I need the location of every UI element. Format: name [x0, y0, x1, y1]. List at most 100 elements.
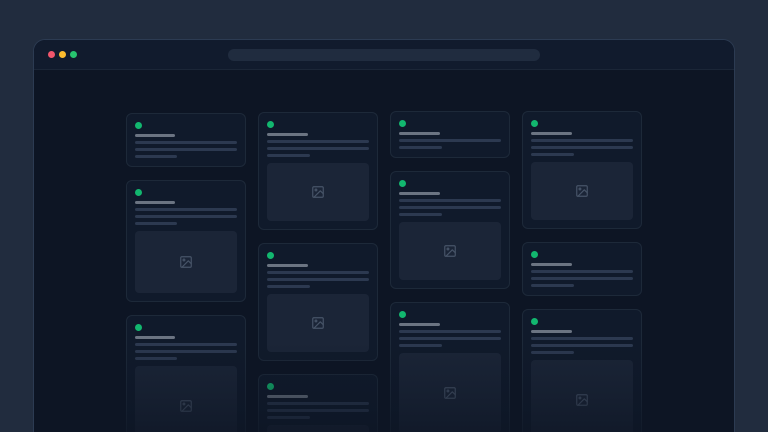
- skeleton-text-line: [267, 285, 310, 288]
- image-placeholder: [267, 294, 369, 352]
- zoom-button[interactable]: [70, 51, 77, 58]
- image-placeholder: [267, 425, 369, 432]
- status-dot: [267, 252, 274, 259]
- image-icon: [575, 393, 589, 407]
- post-card-skeleton[interactable]: [390, 302, 510, 432]
- post-card-skeleton[interactable]: [126, 113, 246, 167]
- status-dot: [399, 311, 406, 318]
- browser-window: [33, 39, 735, 432]
- skeleton-title-line: [399, 192, 440, 195]
- post-card-skeleton[interactable]: [390, 111, 510, 158]
- skeleton-text-line: [267, 140, 369, 143]
- image-icon: [311, 316, 325, 330]
- url-bar[interactable]: [228, 49, 540, 61]
- status-dot: [531, 251, 538, 258]
- skeleton-text-line: [399, 344, 442, 347]
- skeleton-title-line: [399, 323, 440, 326]
- image-placeholder: [135, 231, 237, 293]
- image-icon: [311, 185, 325, 199]
- status-dot: [135, 324, 142, 331]
- skeleton-title-line: [399, 132, 440, 135]
- skeleton-text-line: [135, 141, 237, 144]
- skeleton-text-line: [267, 271, 369, 274]
- image-placeholder: [399, 353, 501, 432]
- post-card-skeleton[interactable]: [126, 180, 246, 302]
- skeleton-title-line: [135, 201, 176, 204]
- post-card-skeleton[interactable]: [258, 374, 378, 432]
- skeleton-text-line: [399, 199, 501, 202]
- status-dot: [267, 383, 274, 390]
- status-dot: [531, 318, 538, 325]
- feed-content: [34, 111, 734, 432]
- skeleton-text-line: [135, 350, 237, 353]
- skeleton-text-line: [135, 208, 237, 211]
- image-icon: [179, 255, 193, 269]
- skeleton-text-line: [267, 402, 369, 405]
- skeleton-title-line: [267, 264, 308, 267]
- image-placeholder: [531, 162, 633, 220]
- skeleton-text-line: [399, 213, 442, 216]
- skeleton-text-line: [531, 153, 574, 156]
- image-placeholder: [267, 163, 369, 221]
- post-card-skeleton[interactable]: [390, 171, 510, 289]
- image-icon: [443, 244, 457, 258]
- minimize-button[interactable]: [59, 51, 66, 58]
- skeleton-title-line: [135, 336, 176, 339]
- skeleton-text-line: [531, 351, 574, 354]
- skeleton-text-line: [531, 344, 633, 347]
- window-controls: [34, 51, 77, 58]
- feed-column-4: [522, 111, 642, 432]
- image-placeholder: [399, 222, 501, 280]
- browser-titlebar: [34, 40, 734, 70]
- image-placeholder: [135, 366, 237, 432]
- skeleton-text-line: [531, 146, 633, 149]
- skeleton-title-line: [267, 395, 308, 398]
- skeleton-text-line: [267, 409, 369, 412]
- close-button[interactable]: [48, 51, 55, 58]
- skeleton-text-line: [399, 139, 501, 142]
- skeleton-text-line: [399, 337, 501, 340]
- skeleton-text-line: [399, 146, 442, 149]
- skeleton-text-line: [399, 330, 501, 333]
- skeleton-text-line: [531, 270, 633, 273]
- feed-column-2: [258, 112, 378, 432]
- status-dot: [135, 189, 142, 196]
- skeleton-text-line: [531, 284, 574, 287]
- skeleton-text-line: [267, 416, 310, 419]
- skeleton-title-line: [267, 133, 308, 136]
- skeleton-text-line: [135, 222, 178, 225]
- skeleton-title-line: [135, 134, 176, 137]
- skeleton-text-line: [135, 357, 178, 360]
- skeleton-text-line: [267, 278, 369, 281]
- masonry-grid: [126, 111, 643, 432]
- status-dot: [399, 180, 406, 187]
- skeleton-text-line: [531, 139, 633, 142]
- image-icon: [443, 386, 457, 400]
- image-icon: [179, 399, 193, 413]
- image-icon: [575, 184, 589, 198]
- image-placeholder: [531, 360, 633, 432]
- desktop-background: [0, 0, 768, 432]
- skeleton-text-line: [399, 206, 501, 209]
- post-card-skeleton[interactable]: [258, 112, 378, 230]
- status-dot: [267, 121, 274, 128]
- skeleton-text-line: [135, 148, 237, 151]
- status-dot: [531, 120, 538, 127]
- post-card-skeleton[interactable]: [258, 243, 378, 361]
- post-card-skeleton[interactable]: [522, 309, 642, 432]
- skeleton-title-line: [531, 330, 572, 333]
- post-card-skeleton[interactable]: [522, 111, 642, 229]
- skeleton-text-line: [531, 337, 633, 340]
- skeleton-text-line: [267, 154, 310, 157]
- status-dot: [399, 120, 406, 127]
- post-card-skeleton[interactable]: [522, 242, 642, 296]
- skeleton-text-line: [267, 147, 369, 150]
- feed-column-3: [390, 111, 510, 432]
- skeleton-text-line: [135, 215, 237, 218]
- skeleton-text-line: [531, 277, 633, 280]
- skeleton-text-line: [135, 155, 178, 158]
- skeleton-title-line: [531, 263, 572, 266]
- skeleton-title-line: [531, 132, 572, 135]
- feed-column-1: [126, 113, 246, 432]
- post-card-skeleton[interactable]: [126, 315, 246, 432]
